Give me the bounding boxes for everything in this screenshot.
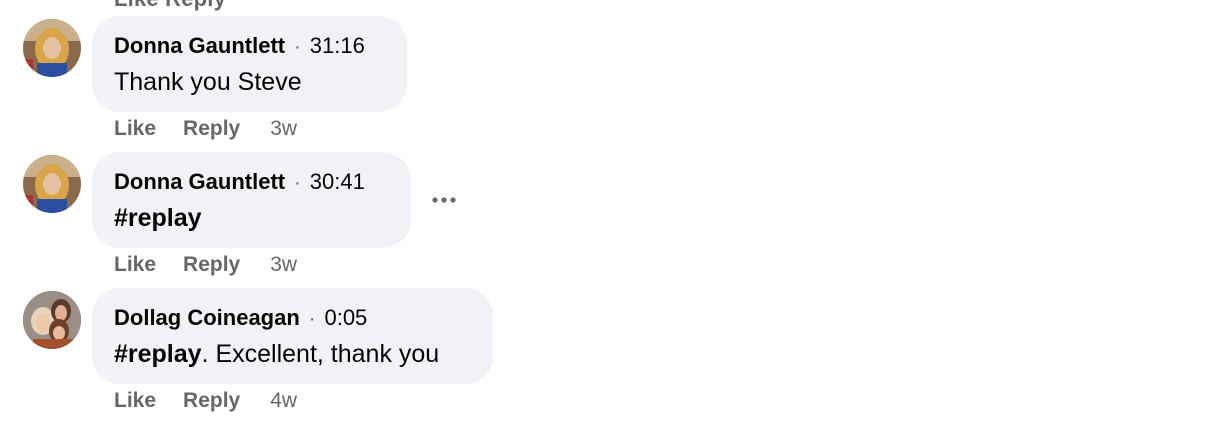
comment-meta: Donna Gauntlett · 30:41 [114, 169, 365, 196]
profile-photo-icon [23, 291, 81, 349]
comment-actions: Like Reply 3w [114, 253, 297, 277]
avatar[interactable] [23, 155, 81, 213]
separator: · [294, 36, 301, 58]
avatar[interactable] [23, 19, 81, 77]
like-button[interactable]: Like [114, 253, 156, 276]
comment-meta: Dollag Coineagan · 0:05 [114, 305, 367, 332]
comment-actions: Like Reply 4w [114, 389, 297, 413]
author-name[interactable]: Dollag Coineagan [114, 305, 300, 330]
hashtag-link[interactable]: #replay [114, 340, 202, 368]
reply-button[interactable]: Reply [183, 389, 240, 412]
comment-age[interactable]: 4w [270, 389, 297, 412]
reply-button[interactable]: Reply [183, 117, 240, 140]
video-timestamp[interactable]: 0:05 [324, 305, 367, 330]
comment-age[interactable]: 3w [270, 117, 297, 140]
like-button[interactable]: Like [114, 389, 156, 412]
comment-actions: Like Reply 3w [114, 117, 297, 141]
profile-photo-icon [23, 19, 81, 77]
profile-photo-icon [23, 155, 81, 213]
comment-bubble: Dollag Coineagan · 0:05 #replay. Excellent… [92, 288, 493, 384]
author-name[interactable]: Donna Gauntlett [114, 169, 285, 194]
like-button[interactable]: Like [114, 117, 156, 140]
comment-text: #replay. Excellent, thank you [114, 339, 439, 369]
comment-meta: Donna Gauntlett · 31:16 [114, 33, 365, 60]
video-timestamp[interactable]: 31:16 [310, 33, 365, 58]
comment-body: . Excellent, thank you [201, 340, 440, 368]
previous-comment-actions: Like Reply [114, 0, 226, 12]
more-options-icon[interactable] [430, 190, 462, 210]
hashtag-link[interactable]: #replay [114, 204, 202, 232]
comment-text: Thank you Steve [114, 67, 302, 97]
author-name[interactable]: Donna Gauntlett [114, 33, 285, 58]
comment-bubble: Donna Gauntlett · 30:41 #replay [92, 152, 411, 248]
separator: · [308, 308, 316, 330]
avatar[interactable] [23, 291, 81, 349]
comment-age[interactable]: 3w [270, 253, 297, 276]
comment-text: #replay [114, 203, 202, 233]
video-timestamp[interactable]: 30:41 [310, 169, 365, 194]
comment-bubble: Donna Gauntlett · 31:16 Thank you Steve [92, 16, 407, 112]
comment-body: Thank you Steve [114, 68, 302, 96]
separator: · [294, 172, 301, 194]
reply-button[interactable]: Reply [183, 253, 240, 276]
